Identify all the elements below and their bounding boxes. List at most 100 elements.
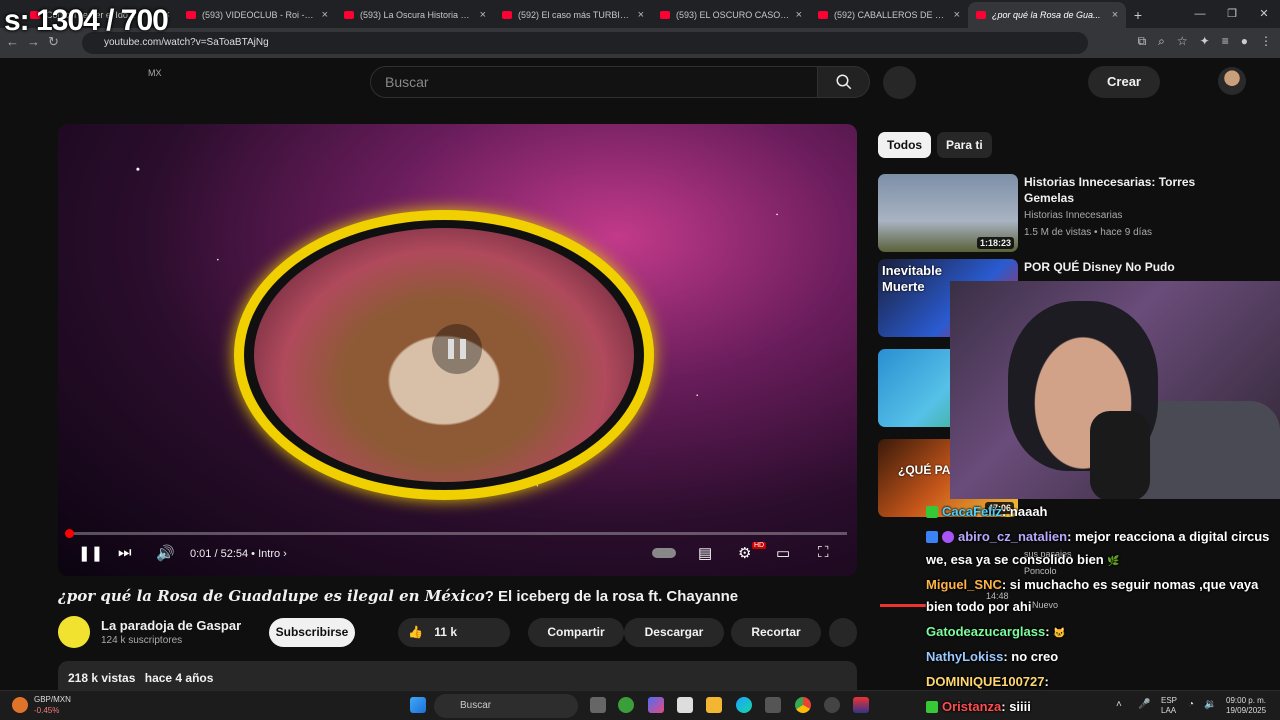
new-tab-button[interactable]: + — [1126, 2, 1150, 28]
youtube-header: MX Buscar Crear — [0, 58, 1280, 106]
language-indicator-2: LAA — [1161, 706, 1177, 715]
chat-text: : si muchacho es seguir nomas ,que vaya — [1001, 577, 1259, 592]
close-icon[interactable]: × — [1112, 9, 1118, 21]
voice-search-button[interactable] — [883, 66, 916, 99]
more-actions-button[interactable] — [829, 618, 857, 647]
edge-icon[interactable] — [736, 697, 752, 713]
browser-tab[interactable]: (593) VIDEOCLUB - Roi - YouTube × — [178, 2, 336, 28]
user-avatar[interactable] — [1218, 67, 1246, 95]
video-player[interactable]: ❚❚ ⏭ 🔊 0:01 / 52:54 • Intro › ▤ ⚙ HD ▭ ⛶ — [58, 124, 857, 576]
tray-overflow-icon[interactable]: ˄ — [1116, 700, 1122, 710]
windows-start-icon[interactable] — [410, 697, 426, 713]
chat-text: : — [1045, 624, 1050, 639]
channel-avatar[interactable] — [58, 616, 90, 648]
zoom-icon[interactable]: ⌕ — [1158, 34, 1165, 49]
app-icon[interactable] — [618, 697, 634, 713]
recommended-title[interactable]: POR QUÉ Disney No Pudo — [1024, 259, 1214, 275]
clock-time[interactable]: 09:00 p. m. — [1226, 696, 1266, 706]
close-window-icon[interactable]: ✕ — [1248, 0, 1280, 28]
like-button[interactable]: 👍 11 k — [398, 618, 510, 647]
menu-icon[interactable]: ⋮ — [1260, 34, 1272, 49]
time-separator: / — [211, 548, 221, 560]
chrome-icon[interactable] — [795, 697, 811, 713]
subscribe-button[interactable]: Subscribirse — [269, 618, 355, 647]
autoplay-toggle[interactable] — [652, 548, 676, 558]
search-button[interactable] — [818, 66, 870, 98]
maximize-icon[interactable]: ❐ — [1216, 0, 1248, 28]
thumbnail-text: ¿QUÉ PA — [898, 463, 951, 477]
chat-user: CacaFeliz — [942, 504, 1002, 519]
region-label: MX — [148, 68, 162, 78]
store-icon[interactable] — [677, 697, 693, 713]
chat-message: Oristanza: siiii — [926, 697, 1031, 717]
fullscreen-icon[interactable]: ⛶ — [818, 544, 829, 561]
browser-tab[interactable]: (592) El caso más TURBIO de C × — [494, 2, 652, 28]
subtitles-icon[interactable]: ▤ — [698, 544, 712, 562]
close-icon[interactable]: × — [480, 9, 486, 21]
wifi-icon[interactable]: ◔ — [1188, 700, 1194, 710]
pause-overlay-icon[interactable] — [432, 324, 482, 374]
app-icon[interactable] — [765, 697, 781, 713]
chip-all[interactable]: Todos — [878, 132, 932, 158]
recommended-title[interactable]: Historias Innecesarias: Torres Gemelas — [1024, 174, 1214, 206]
recommended-thumbnail[interactable]: 1:18:23 — [878, 174, 1018, 252]
browser-tab-active[interactable]: ¿por qué la Rosa de Gua... × — [968, 2, 1126, 28]
progress-bar[interactable] — [65, 529, 847, 538]
stream-overlay-counter: s: 1304 / 700 — [4, 4, 169, 37]
minimize-icon[interactable]: — — [1184, 0, 1216, 28]
bookmark-star-icon[interactable]: ☆ — [1177, 34, 1188, 49]
chat-text: : siiii — [1001, 699, 1031, 714]
file-explorer-icon[interactable] — [706, 697, 722, 713]
task-view-icon[interactable] — [590, 697, 606, 713]
pause-icon[interactable]: ❚❚ — [78, 544, 103, 562]
youtube-favicon-icon — [344, 11, 354, 19]
youtube-favicon-icon — [186, 11, 196, 19]
create-button[interactable]: Crear — [1088, 66, 1160, 98]
volume-icon[interactable]: 🔊 — [156, 544, 175, 562]
chat-user: Oristanza — [942, 699, 1002, 714]
browser-tab[interactable]: (593) EL OSCURO CASO DE DA × — [652, 2, 810, 28]
taskbar-search[interactable]: Buscar — [434, 694, 578, 718]
recommended-channel[interactable]: Historias Innecesarias — [1024, 210, 1122, 221]
browser-toolbar: ← → ↻ youtube.com/watch?v=SaToaBTAjNg ⧉ … — [0, 28, 1280, 58]
settings-gear-icon[interactable]: ⚙ — [738, 544, 751, 562]
search-input[interactable]: Buscar — [370, 66, 818, 98]
close-icon[interactable]: × — [954, 9, 960, 21]
address-bar[interactable]: youtube.com/watch?v=SaToaBTAjNg — [82, 32, 1088, 54]
extensions-icon[interactable]: ✦ — [1200, 34, 1210, 49]
copilot-icon[interactable] — [648, 697, 664, 713]
theater-mode-icon[interactable]: ▭ — [776, 544, 790, 562]
volume-tray-icon[interactable]: 🔉 — [1204, 700, 1216, 710]
close-icon[interactable]: × — [322, 9, 328, 21]
download-button[interactable]: Descargar — [624, 618, 724, 647]
chat-text: bien todo por ahi — [926, 599, 1032, 614]
browser-tab[interactable]: (592) CABALLEROS DE GUINEV × — [810, 2, 968, 28]
weather-widget-icon[interactable] — [12, 697, 28, 713]
chat-message: Gatodeazucarglass: 🐱 — [926, 622, 1066, 644]
video-title: ¿por qué la Rosa de Guadalupe es ilegal … — [58, 587, 848, 605]
like-count: 11 k — [434, 625, 457, 639]
progress-scrubber[interactable] — [65, 529, 74, 538]
chapter-label[interactable]: Intro — [258, 548, 280, 560]
next-icon[interactable]: ⏭ — [118, 544, 132, 561]
chip-for-you[interactable]: Para ti — [937, 132, 992, 158]
profile-icon[interactable]: ● — [1241, 34, 1248, 49]
tab-label: (592) CABALLEROS DE GUINEV — [834, 10, 948, 20]
browser-tab[interactable]: (593) La Oscura Historia de Mc × — [336, 2, 494, 28]
obs-icon[interactable] — [824, 697, 840, 713]
close-icon[interactable]: × — [796, 9, 802, 21]
share-button[interactable]: Compartir — [528, 618, 624, 647]
clip-button[interactable]: Recortar — [731, 618, 821, 647]
chat-user: NathyLokiss — [926, 649, 1004, 664]
close-icon[interactable]: × — [638, 9, 644, 21]
cast-icon[interactable]: ⧉ — [1138, 34, 1147, 49]
media-icon[interactable]: ≡ — [1222, 34, 1229, 49]
channel-name[interactable]: La paradoja de Gaspar — [101, 618, 241, 633]
search-icon — [836, 74, 851, 90]
chat-text: : naaah — [1001, 504, 1048, 519]
time-display: 0:01 / 52:54 • Intro › — [190, 548, 287, 560]
mic-tray-icon[interactable]: 🎤 — [1138, 700, 1150, 710]
chat-message: we, esa ya se consolido bien 🌿 — [926, 550, 1120, 572]
app-icon[interactable] — [853, 697, 869, 713]
language-indicator[interactable]: ESP — [1161, 696, 1177, 706]
